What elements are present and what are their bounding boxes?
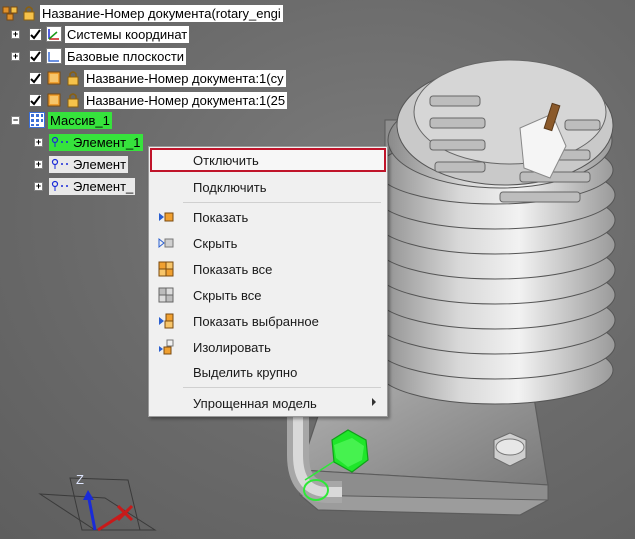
visibility-checkbox[interactable] xyxy=(29,27,42,41)
coordinate-system-icon xyxy=(46,26,62,42)
assembly-icon xyxy=(2,5,18,21)
tree-item-element-2[interactable]: + Элемент xyxy=(34,154,129,174)
menu-item-label: Изолировать xyxy=(193,339,271,355)
tree-item-component-2[interactable]: Название-Номер документа:1(25 xyxy=(29,90,288,110)
tree-root-label: Название-Номер документа(rotary_engi xyxy=(40,4,283,22)
tree-item-element-3[interactable]: + Элемент_ xyxy=(34,176,136,196)
menu-item-hide[interactable]: Скрыть xyxy=(150,231,386,255)
expand-icon[interactable]: + xyxy=(34,137,43,147)
expand-icon[interactable]: + xyxy=(34,181,43,191)
tree-item-label: Название-Номер документа:1(су xyxy=(84,69,286,87)
visibility-checkbox[interactable] xyxy=(29,93,42,107)
triad-z-label: Z xyxy=(76,472,84,487)
tree-item-label: Название-Номер документа:1(25 xyxy=(84,91,288,109)
tree-item-base-planes[interactable]: + Базовые плоскости xyxy=(11,46,187,66)
menu-separator xyxy=(183,202,381,203)
visibility-checkbox[interactable] xyxy=(29,71,42,85)
menu-item-label: Скрыть xyxy=(193,235,238,251)
expand-icon[interactable]: + xyxy=(11,29,20,39)
axis-triad: Z xyxy=(38,472,157,532)
menu-item-label: Упрощенная модель xyxy=(193,395,317,411)
menu-item-isolate[interactable]: Изолировать xyxy=(150,335,386,359)
finned-cylinder xyxy=(374,59,616,405)
tree-item-component-1[interactable]: Название-Номер документа:1(су xyxy=(29,68,286,88)
expand-icon[interactable]: + xyxy=(34,159,43,169)
menu-item-label: Выделить крупно xyxy=(193,364,298,380)
show-selected-icon xyxy=(159,313,174,329)
lock-document-icon xyxy=(65,92,81,108)
hide-icon xyxy=(158,237,174,249)
menu-item-label: Показать выбранное xyxy=(193,313,319,329)
planes-icon xyxy=(46,48,62,64)
context-menu: Отключить Подключить Показать Скрыть Пок… xyxy=(148,146,388,417)
menu-item-label: Показать все xyxy=(193,261,273,277)
menu-item-show-selected[interactable]: Показать выбранное xyxy=(150,309,386,333)
array-icon xyxy=(29,112,45,128)
tree-root[interactable]: Название-Номер документа(rotary_engi xyxy=(2,3,283,23)
menu-item-label: Показать xyxy=(193,209,249,225)
show-all-icon xyxy=(158,261,174,277)
menu-item-show-all[interactable]: Показать все xyxy=(150,257,386,281)
menu-item-zoom-to-selection[interactable]: Выделить крупно xyxy=(150,360,386,384)
tree-item-label: Базовые плоскости xyxy=(65,47,187,65)
element-icon xyxy=(51,180,68,191)
part-icon xyxy=(46,70,62,86)
menu-item-label: Подключить xyxy=(193,179,267,195)
lock-document-icon xyxy=(65,70,81,86)
menu-item-hide-all[interactable]: Скрыть все xyxy=(150,283,386,307)
lock-document-icon xyxy=(21,5,37,21)
part-icon xyxy=(46,92,62,108)
menu-item-label: Отключить xyxy=(193,152,259,168)
tree-item-element-1[interactable]: + Элемент_1 xyxy=(34,132,143,152)
submenu-arrow-icon xyxy=(372,398,376,406)
visibility-checkbox[interactable] xyxy=(29,49,42,63)
element-icon xyxy=(51,158,68,169)
isolate-icon xyxy=(159,339,174,355)
menu-item-show[interactable]: Показать xyxy=(150,205,386,229)
menu-item-label: Скрыть все xyxy=(193,287,262,303)
show-icon xyxy=(159,212,174,222)
tree-item-label: Элемент xyxy=(49,155,129,173)
tree-item-label: Системы координат xyxy=(65,25,190,43)
hide-all-icon xyxy=(158,287,174,303)
element-icon xyxy=(51,136,68,147)
tree-item-label: Элемент_1 xyxy=(49,133,143,151)
collapse-icon[interactable]: − xyxy=(11,115,20,125)
tree-item-label: Элемент_ xyxy=(49,177,136,195)
menu-item-simplified-model[interactable]: Упрощенная модель xyxy=(150,391,386,415)
menu-item-enable[interactable]: Подключить xyxy=(150,175,386,199)
tree-item-array-1[interactable]: − Массив_1 xyxy=(11,110,112,130)
expand-icon[interactable]: + xyxy=(11,51,20,61)
tree-item-label: Массив_1 xyxy=(48,111,112,129)
tree-item-coordinate-systems[interactable]: + Системы координат xyxy=(11,24,190,44)
menu-separator xyxy=(183,387,381,388)
menu-item-disable[interactable]: Отключить xyxy=(150,148,386,172)
